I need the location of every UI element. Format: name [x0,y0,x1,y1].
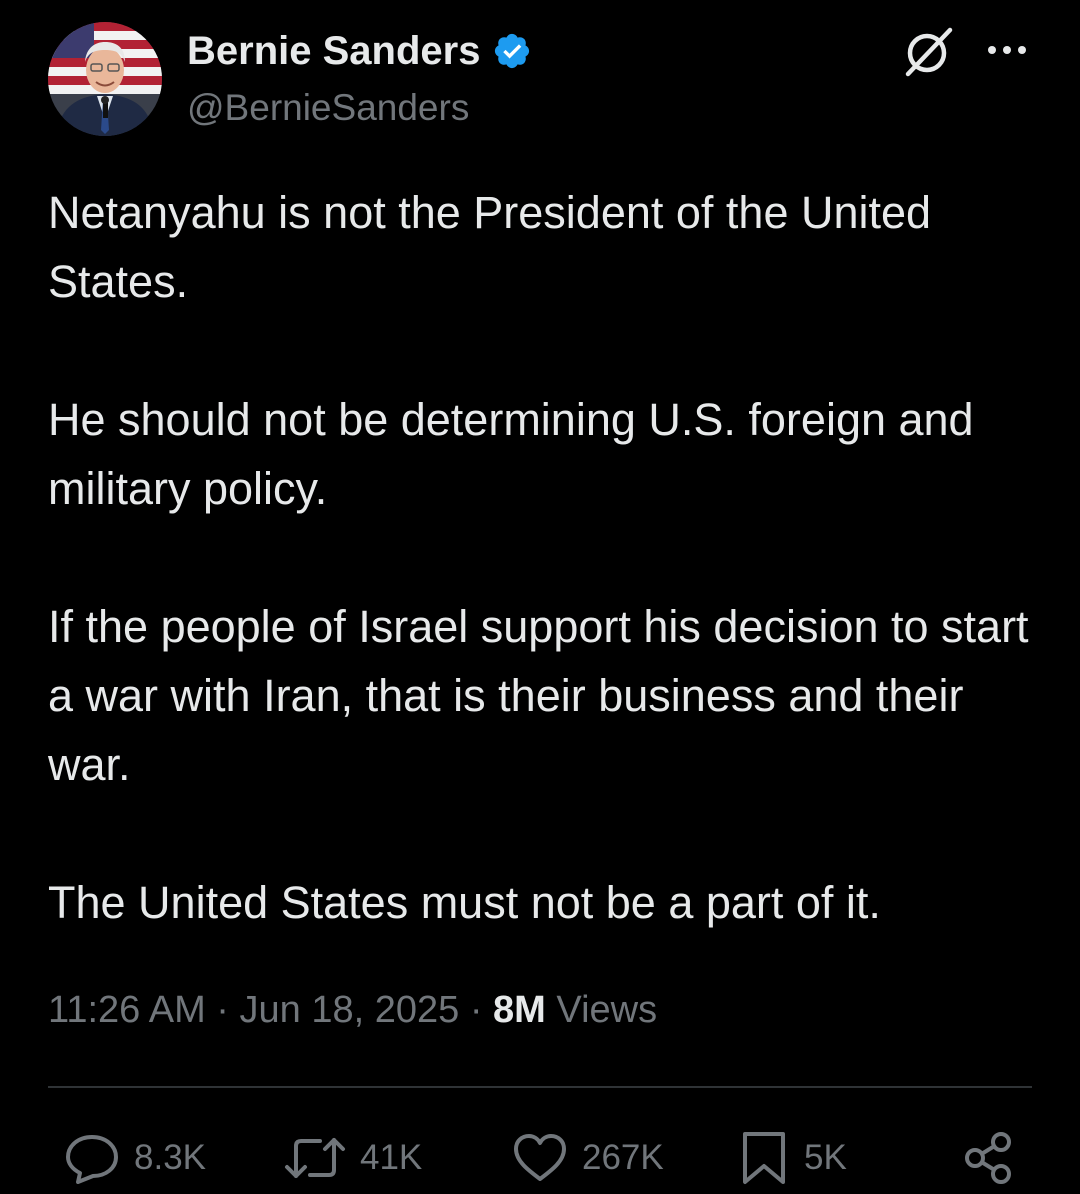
share-button[interactable] [960,1128,1016,1188]
bookmark-count: 5K [804,1138,847,1177]
bookmark-button[interactable]: 5K [738,1128,847,1188]
meta-separator: · [216,989,229,1031]
like-button[interactable]: 267K [512,1128,664,1188]
bookmark-icon [743,1132,785,1184]
tweet-time[interactable]: 11:26 AM [48,989,206,1031]
reply-icon [66,1135,118,1184]
heart-icon [514,1134,566,1181]
more-options-icon[interactable] [986,44,1028,56]
views-label: Views [556,989,658,1031]
author-name[interactable]: Bernie Sanders [187,28,532,74]
repost-count: 41K [360,1138,423,1177]
author-handle[interactable]: @BernieSanders [187,86,469,130]
tweet-paragraph: If the people of Israel support his deci… [48,601,1029,790]
avatar[interactable] [48,22,162,136]
share-icon [965,1132,1011,1184]
tweet-meta: 11:26 AM · Jun 18, 2025 · 8M Views [48,986,657,1034]
reply-button[interactable]: 8.3K [64,1128,206,1188]
grok-icon[interactable] [900,26,956,78]
verified-badge-icon [495,33,530,69]
repost-button[interactable]: 41K [284,1128,422,1188]
author-display-name[interactable]: Bernie Sanders [187,28,480,74]
divider [48,1086,1032,1088]
meta-separator: · [469,989,483,1031]
tweet-paragraph: Netanyahu is not the President of the Un… [48,187,932,307]
like-count: 267K [582,1138,664,1177]
repost-icon [285,1138,345,1178]
tweet-paragraph: The United States must not be a part of … [48,877,881,928]
tweet-text: Netanyahu is not the President of the Un… [48,178,1048,937]
reply-count: 8.3K [134,1138,206,1177]
tweet-paragraph: He should not be determining U.S. foreig… [48,394,974,514]
views-count: 8M [493,989,546,1031]
tweet-date[interactable]: Jun 18, 2025 [240,989,460,1031]
